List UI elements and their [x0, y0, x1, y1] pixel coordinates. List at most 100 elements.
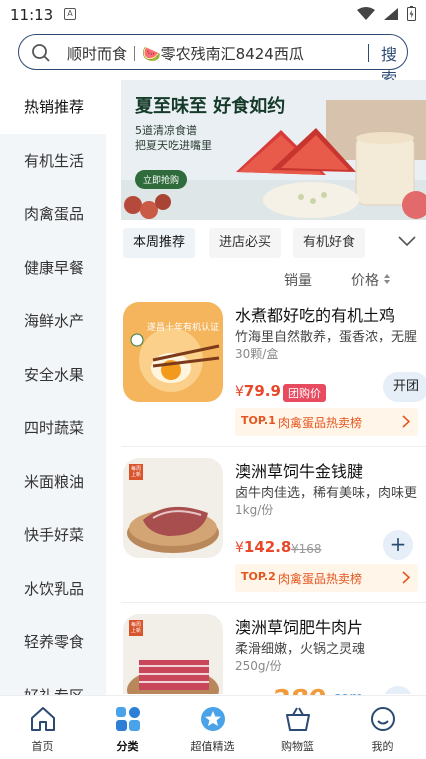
chevron-down-icon[interactable]: [397, 234, 417, 248]
tab-must-buy[interactable]: 进店必买: [209, 228, 282, 258]
nav-label: 分类: [116, 740, 139, 753]
sidebar-item-label: 肉禽蛋品: [24, 205, 85, 224]
rank-number: TOP.1: [241, 414, 276, 427]
product-image: 每周上新: [123, 614, 223, 694]
product-description: 卤牛肉佳选，稀有美味，肉味更: [235, 486, 418, 501]
divider: [121, 602, 426, 603]
sidebar-item-hot[interactable]: 热销推荐: [0, 80, 106, 134]
rank-text: 肉禽蛋品热卖榜: [278, 416, 363, 430]
sidebar-item-quick-dishes[interactable]: 快手好菜: [0, 508, 106, 562]
sidebar-item-seafood[interactable]: 海鲜水产: [0, 294, 106, 348]
product-description: 竹海里自然散养，蛋香浓，无腥: [235, 330, 418, 345]
nav-label: 超值精选: [190, 740, 235, 753]
sidebar-item-drinks[interactable]: 水饮乳品: [0, 562, 106, 616]
chevron-right-icon: [402, 415, 410, 428]
start-group-button[interactable]: 开团: [383, 372, 426, 402]
star-badge-icon: [201, 707, 225, 731]
product-name: 澳洲草饲肥牛肉片: [235, 618, 364, 637]
rank-banner[interactable]: TOP.2 肉禽蛋品热卖榜: [235, 564, 418, 592]
sim-icon: A: [64, 8, 76, 20]
wifi-icon: [357, 6, 375, 20]
rank-text: 肉禽蛋品热卖榜: [278, 572, 363, 586]
product-price: ¥142.8: [235, 538, 291, 556]
nav-label: 购物篮: [281, 740, 314, 753]
tab-weekly[interactable]: 本周推荐: [123, 228, 196, 258]
sort-by-sales[interactable]: 销量: [284, 270, 312, 290]
product-description: 柔滑细嫩，火锅之灵魂: [235, 642, 366, 657]
product-image-badge: 每周上新: [131, 622, 142, 634]
nav-profile[interactable]: 我的: [340, 696, 425, 759]
search-bar[interactable]: 顺时而食｜🍉零农残南汇8424西瓜 搜索: [18, 34, 408, 88]
search-icon: [32, 44, 50, 62]
profile-icon: [371, 707, 395, 731]
product-name: 水煮都好吃的有机土鸡: [235, 306, 396, 325]
sort-price-label: 价格: [351, 273, 379, 289]
sidebar-item-label: 海鲜水产: [24, 312, 85, 331]
basket-icon: [286, 707, 310, 731]
banner-subtitle-1: 5道清凉食谱: [135, 124, 197, 137]
sidebar-item-label: 健康早餐: [24, 258, 85, 277]
rank-banner[interactable]: TOP.1 肉禽蛋品热卖榜: [235, 408, 418, 436]
product-name: 澳洲草饲牛金钱腱: [235, 462, 364, 481]
chevron-right-icon: [402, 571, 410, 584]
rank-number: TOP.2: [241, 570, 276, 583]
home-icon: [31, 707, 55, 731]
sidebar-item-gifts[interactable]: 好礼专区: [0, 669, 106, 695]
bottom-nav: 首页 分类 超值精选 购物篮 我的: [0, 695, 426, 759]
sidebar-item-vegetables[interactable]: 四时蔬菜: [0, 401, 106, 455]
sidebar-item-label: 好礼专区: [24, 685, 84, 695]
product-image-badge: 遂昌十年有机认证: [147, 323, 220, 333]
sidebar-item-snacks[interactable]: 轻养零食: [0, 615, 106, 669]
product-image: 遂昌十年有机认证: [123, 302, 223, 402]
sidebar-item-label: 四时蔬菜: [24, 419, 85, 438]
battery-icon: [407, 6, 416, 21]
status-bar: 11:13 A: [0, 0, 426, 30]
banner-cta-button[interactable]: 立即抢购: [135, 170, 188, 189]
product-unit: 250g/份: [235, 659, 282, 673]
product-card[interactable]: 遂昌十年有机认证 水煮都好吃的有机土鸡 竹海里自然散养，蛋香浓，无腥 30颗/盒…: [121, 302, 426, 442]
nav-label: 首页: [31, 740, 54, 753]
nav-label: 我的: [371, 740, 394, 753]
sidebar-item-grain-oil[interactable]: 米面粮油: [0, 455, 106, 509]
divider: [121, 446, 426, 447]
sidebar-item-label: 轻养零食: [24, 633, 85, 652]
status-time: 11:13: [10, 6, 54, 24]
product-image-badge: 每周上新: [131, 466, 142, 478]
sidebar-item-label: 米面粮油: [24, 472, 85, 491]
product-card[interactable]: 每周上新 澳洲草饲牛金钱腱 卤牛肉佳选，稀有美味，肉味更 1kg/份 ¥142.…: [121, 458, 426, 598]
nav-cart[interactable]: 购物篮: [255, 696, 340, 759]
price-symbol: ¥: [235, 384, 244, 400]
promo-banner[interactable]: 夏至味至 好食如约 5道清凉食谱 把夏天吃进嘴里 立即抢购: [121, 80, 426, 220]
product-image: 每周上新: [123, 458, 223, 558]
product-unit: 30颗/盒: [235, 347, 279, 361]
status-icons: [357, 6, 416, 21]
sidebar-item-breakfast[interactable]: 健康早餐: [0, 241, 106, 295]
banner-title: 夏至味至 好食如约: [135, 96, 286, 117]
nav-deals[interactable]: 超值精选: [170, 696, 255, 759]
original-price: ¥168: [291, 542, 322, 556]
sidebar-item-label: 快手好菜: [24, 526, 85, 545]
group-price-badge: 团购价: [283, 384, 326, 402]
category-icon: [116, 707, 140, 731]
sort-by-price[interactable]: 价格: [351, 270, 391, 290]
nav-home[interactable]: 首页: [0, 696, 85, 759]
price-value: 79.9: [243, 382, 281, 400]
product-unit: 1kg/份: [235, 503, 274, 517]
nav-category[interactable]: 分类: [85, 696, 170, 759]
price-value: 142.8: [243, 538, 292, 556]
sidebar-item-label: 有机生活: [24, 151, 85, 170]
category-sidebar: 热销推荐 有机生活 肉禽蛋品 健康早餐 海鲜水产 安全水果 四时蔬菜 米面粮油 …: [0, 80, 106, 695]
sidebar-item-fruit[interactable]: 安全水果: [0, 348, 106, 402]
sidebar-item-meat-eggs[interactable]: 肉禽蛋品: [0, 187, 106, 241]
sidebar-item-label: 安全水果: [24, 365, 85, 384]
product-price: ¥79.9: [235, 382, 281, 400]
recommend-tabs: 本周推荐 进店必买 有机好食: [121, 228, 426, 260]
signal-icon: [384, 7, 398, 20]
search-input[interactable]: 顺时而食｜🍉零农残南汇8424西瓜: [67, 43, 304, 64]
add-to-cart-button[interactable]: +: [383, 530, 413, 560]
tab-organic[interactable]: 有机好食: [293, 228, 366, 258]
sort-arrows-icon: [384, 274, 391, 284]
sidebar-item-organic[interactable]: 有机生活: [0, 134, 106, 188]
banner-subtitle-2: 把夏天吃进嘴里: [135, 139, 212, 152]
price-symbol: ¥: [235, 540, 244, 556]
